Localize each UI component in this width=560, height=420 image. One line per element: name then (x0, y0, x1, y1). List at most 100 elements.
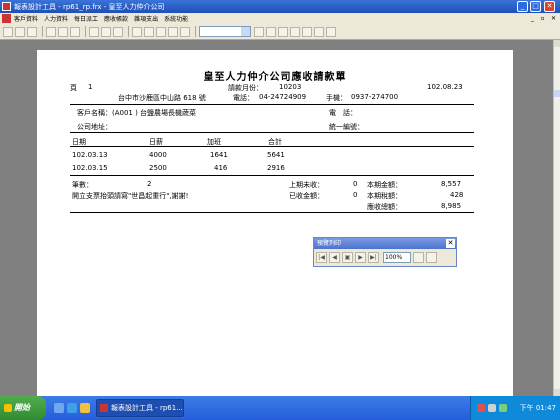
minimize-button[interactable]: _ (517, 1, 528, 12)
report-title: 皇至人力仲介公司應收請款單 (203, 72, 347, 83)
report-icon[interactable] (266, 26, 276, 37)
divider (70, 212, 474, 213)
row-2-date: 102.03.15 (72, 164, 108, 172)
toolbar-separator (42, 26, 43, 37)
print-preview-controls: |◀ ◀ ▣ ▶ ▶| 100% (314, 249, 456, 266)
redo-icon[interactable] (144, 26, 154, 37)
phone-label: 電話： (233, 94, 254, 102)
window-title: 報表設計工具 - rp61_rp.frx - 皇至人力仲介公司 (14, 2, 165, 11)
preview-icon[interactable] (58, 26, 68, 37)
last-page-icon[interactable]: ▶| (368, 252, 379, 263)
next-page-icon[interactable]: ▶ (355, 252, 366, 263)
prev-unpaid-value: 0 (353, 180, 358, 188)
first-page-icon[interactable]: |◀ (316, 252, 327, 263)
tray-app-icon[interactable] (477, 404, 485, 412)
divider (70, 175, 474, 176)
cut-icon[interactable] (89, 26, 99, 37)
modify-icon[interactable] (168, 26, 178, 37)
page-label: 頁 (70, 84, 77, 92)
divider (70, 146, 474, 147)
menu-item-staff[interactable]: 人力資料 (44, 14, 68, 23)
taskbar-app-button[interactable]: 報表設計工具 - rp61... (96, 399, 184, 417)
document-icon (2, 14, 11, 23)
zoom-select[interactable]: 100% (383, 252, 411, 263)
page-number: 1 (88, 83, 93, 91)
run-icon[interactable] (156, 26, 166, 37)
system-tray: 下午 01:47 (470, 396, 560, 420)
spell-icon[interactable] (70, 26, 80, 37)
volume-icon[interactable] (488, 404, 496, 412)
copy-icon[interactable] (101, 26, 111, 37)
menu-item-system[interactable]: 系統功能 (164, 14, 188, 23)
toolbar-separator (195, 26, 196, 37)
network-icon[interactable] (499, 404, 507, 412)
divider (70, 104, 474, 105)
ie-icon[interactable] (67, 403, 77, 413)
tax-id-label: 統一編號： (329, 123, 364, 131)
close-preview-icon[interactable] (413, 252, 424, 263)
form-icon[interactable] (254, 26, 264, 37)
preview-workspace: 皇至人力仲介公司應收請款單 頁 1 請款月份： 10203 102.08.23 … (0, 40, 553, 396)
menu-bar: 客戶資料 人力資料 每日派工 應收帳款 雜項支出 系統功能 _ ▫ ✕ (0, 13, 560, 24)
row-2-wage: 2500 (149, 164, 167, 172)
vertical-scrollbar[interactable] (553, 40, 560, 396)
folder-icon[interactable] (80, 403, 90, 413)
new-icon[interactable] (3, 26, 13, 37)
printer-icon[interactable] (426, 252, 437, 263)
current-tax-label: 本期稅額： (367, 192, 402, 200)
menu-item-customer[interactable]: 客戶資料 (14, 14, 38, 23)
print-preview-close-button[interactable]: ✕ (446, 239, 455, 248)
scroll-thumb[interactable] (554, 90, 560, 97)
properties-icon[interactable] (290, 26, 300, 37)
start-button[interactable]: 開始 (0, 396, 46, 420)
customer-value: (A001 ) 台鹽農場長機蔬菜 (112, 109, 197, 117)
menu-item-receivables[interactable]: 應收帳款 (104, 14, 128, 23)
tel-label: 電 話： (329, 109, 357, 117)
toolbar (0, 24, 560, 40)
doc-restore-button[interactable]: ▫ (538, 14, 547, 23)
menu-item-dispatch[interactable]: 每日派工 (74, 14, 98, 23)
data-icon[interactable] (278, 26, 288, 37)
doc-close-button[interactable]: ✕ (549, 14, 558, 23)
close-button[interactable]: ✕ (544, 1, 555, 12)
period-value: 10203 (279, 83, 302, 91)
taskbar: 開始 報表設計工具 - rp61... 下午 01:47 (0, 396, 560, 420)
row-1-total: 5641 (267, 151, 285, 159)
code-icon[interactable] (302, 26, 312, 37)
toolbox-icon[interactable] (314, 26, 324, 37)
total-value: 8,985 (441, 202, 462, 210)
count-value: 2 (147, 180, 152, 188)
goto-page-icon[interactable]: ▣ (342, 252, 353, 263)
customer-label: 客戶名稱： (77, 109, 112, 117)
previous-page-icon[interactable]: ◀ (329, 252, 340, 263)
row-2-total: 2916 (267, 164, 285, 172)
toolbar-separator (128, 26, 129, 37)
open-icon[interactable] (15, 26, 25, 37)
print-preview-titlebar[interactable]: 預覽列印 ✕ (314, 238, 456, 249)
desktop-icon[interactable] (54, 403, 64, 413)
app-icon (2, 2, 11, 11)
row-2-overtime: 416 (214, 164, 228, 172)
save-icon[interactable] (27, 26, 37, 37)
window-titlebar: 報表設計工具 - rp61_rp.frx - 皇至人力仲介公司 (0, 0, 560, 13)
paste-icon[interactable] (113, 26, 123, 37)
print-icon[interactable] (46, 26, 56, 37)
menu-item-expenses[interactable]: 雜項支出 (134, 14, 158, 23)
clock: 下午 01:47 (519, 404, 556, 412)
layout-icon[interactable] (326, 26, 336, 37)
build-icon[interactable] (180, 26, 190, 37)
print-preview-title: 預覽列印 (317, 240, 342, 247)
maximize-button[interactable]: □ (530, 1, 541, 12)
report-page: 皇至人力仲介公司應收請款單 頁 1 請款月份： 10203 102.08.23 … (37, 50, 513, 396)
object-combo[interactable] (199, 26, 251, 37)
scroll-up-button[interactable] (554, 40, 560, 47)
scroll-down-button[interactable] (554, 389, 560, 396)
print-preview-toolbar: 預覽列印 ✕ |◀ ◀ ▣ ▶ ▶| 100% (313, 237, 457, 267)
payment-note: 開立支票抬頭請寫"世昌起重行",謝謝! (72, 192, 189, 200)
company-address-label: 公司地址： (77, 123, 112, 131)
row-1-wage: 4000 (149, 151, 167, 159)
prev-unpaid-label: 上期未收： (289, 181, 324, 189)
divider (70, 132, 474, 133)
undo-icon[interactable] (132, 26, 142, 37)
doc-minimize-button[interactable]: _ (528, 14, 537, 23)
